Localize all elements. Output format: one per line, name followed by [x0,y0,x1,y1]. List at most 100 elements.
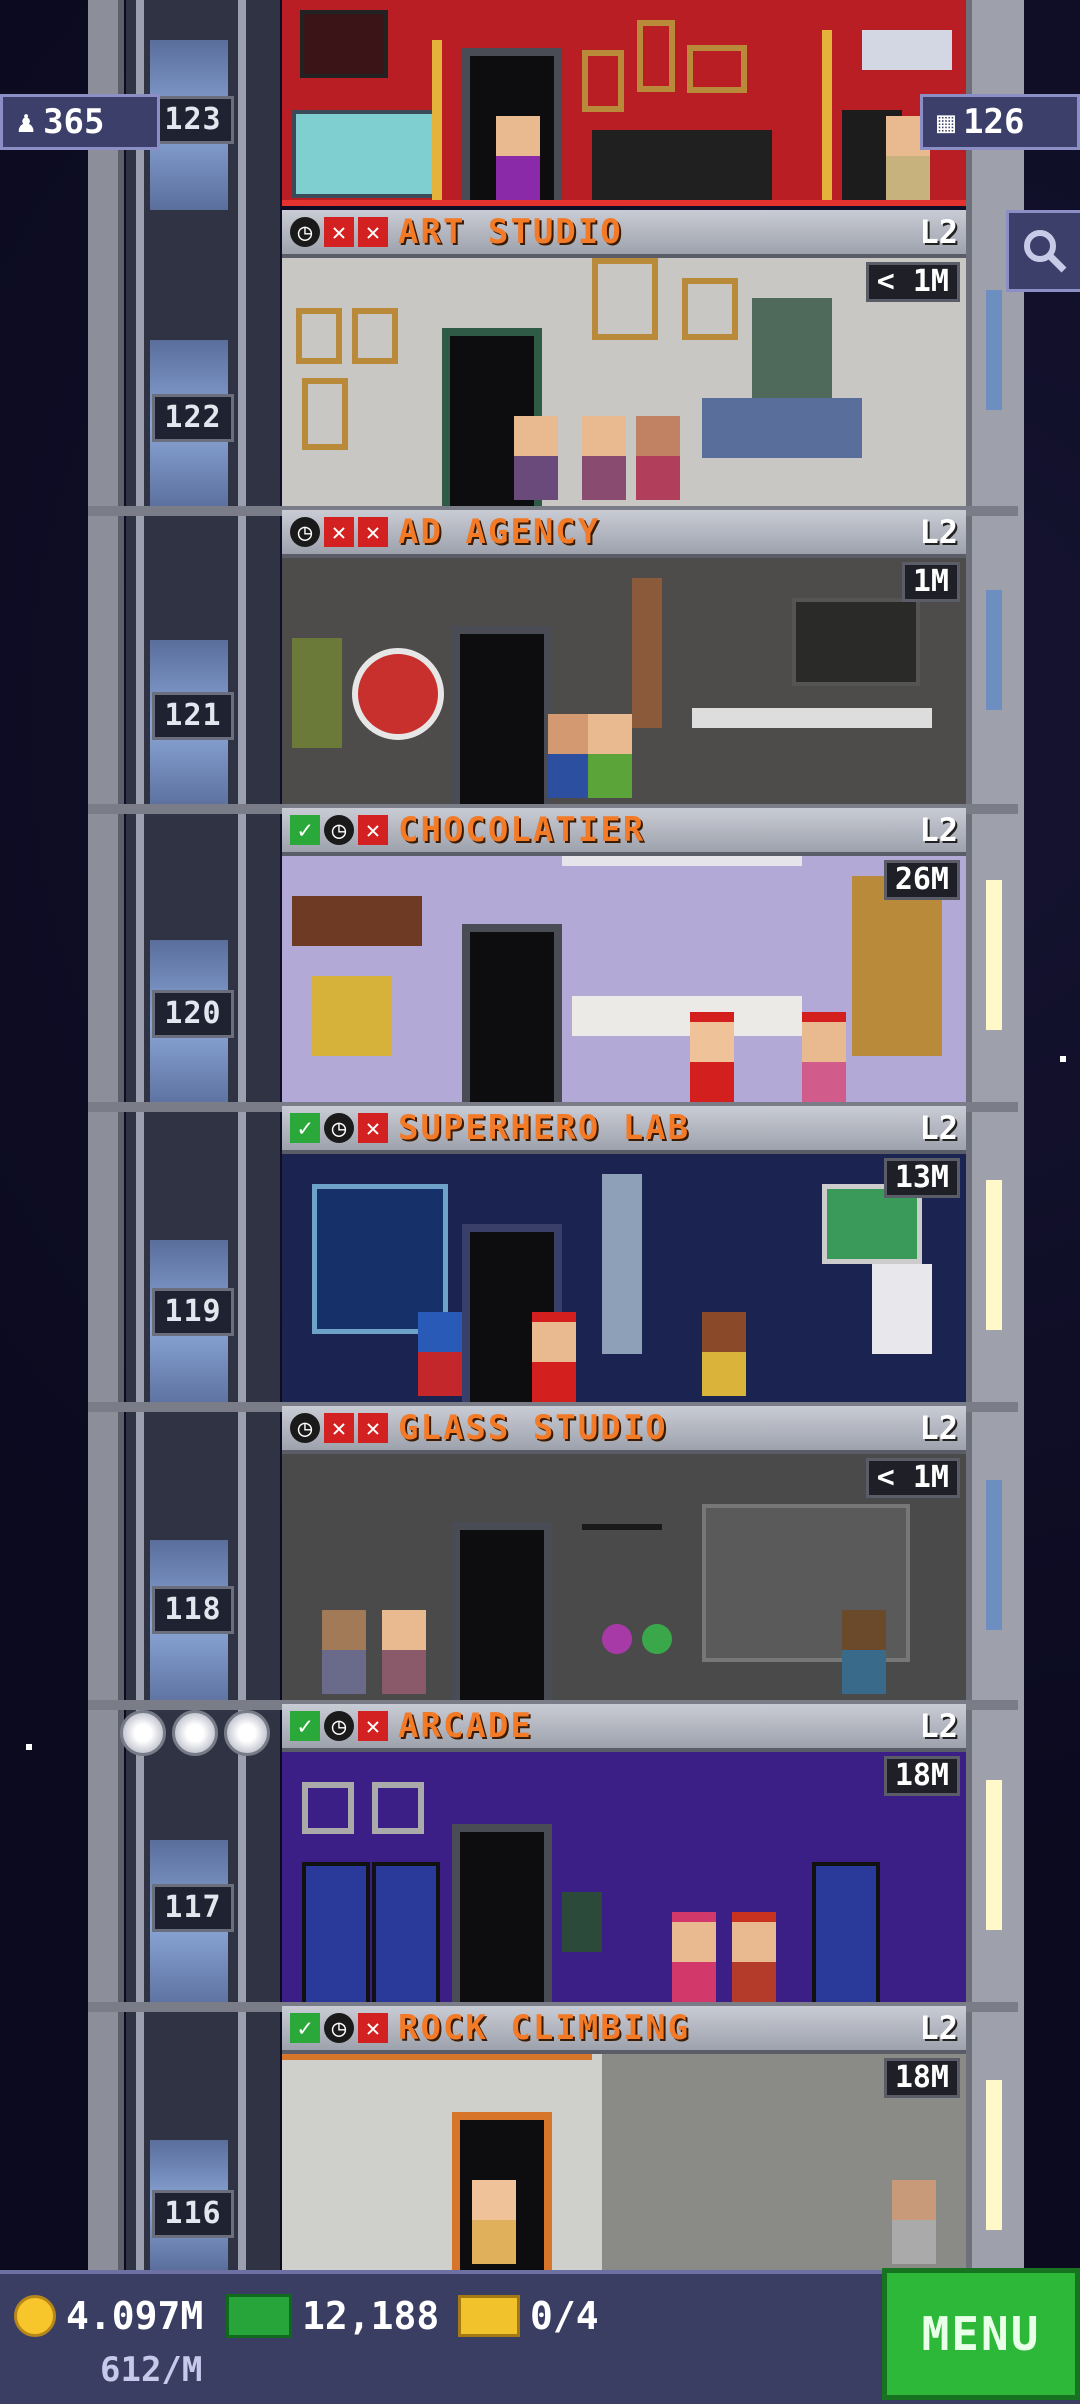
glass-vase [642,1624,672,1654]
menu-button[interactable]: MENU [882,2268,1080,2400]
floor-header[interactable]: ◷ ✕ ✕ ART STUDIO L2 [282,210,966,258]
bux-display[interactable]: 12,188 [226,2294,439,2338]
floor-name: AD AGENCY [398,512,601,552]
floor-level: L2 [919,811,958,849]
floors-counter[interactable]: ▦ 126 [920,94,1080,150]
floor-rock-climbing[interactable]: ✓ ◷ ✕ ROCK CLIMBING L2 18M [282,2006,966,2270]
worker[interactable] [322,1610,366,1694]
climbing-worker[interactable] [472,2180,516,2264]
tower-window [986,1780,1002,1930]
column [632,578,662,728]
lamp-post [432,40,442,200]
elevator-stars: ★ ★ ★ [120,1710,270,1756]
worker[interactable] [514,416,558,500]
worker[interactable] [548,714,592,798]
residents-count: 365 [43,102,105,142]
terminal [872,1264,932,1354]
climbing-worker[interactable] [892,2180,936,2264]
star [26,1744,32,1750]
painting [296,308,342,364]
clock-icon: ◷ [324,1711,354,1741]
x-icon: ✕ [358,1113,388,1143]
doorway [462,924,562,1102]
residents-counter[interactable]: ♟ 365 [0,94,160,150]
floor-header[interactable]: ✓ ◷ ✕ ARCADE L2 [282,1704,966,1752]
bux-amount: 12,188 [302,2294,440,2338]
floor-level: L2 [919,1707,958,1745]
floor-header[interactable]: ✓ ◷ ✕ SUPERHERO LAB L2 [282,1106,966,1154]
income-rate: 612/M [100,2350,203,2390]
floor-value: 1M [901,562,960,602]
floor-glass-studio[interactable]: ◷ ✕ ✕ GLASS STUDIO L2 < 1M [282,1406,966,1700]
painting [352,308,398,364]
art-supplies-table [702,398,862,458]
tower-left-wall [88,0,124,2270]
chocolate-shelf [292,896,422,946]
floor-header[interactable]: ✓ ◷ ✕ CHOCOLATIER L2 [282,808,966,856]
star-icon: ★ [172,1710,218,1756]
floor-value: 18M [883,1756,960,1796]
magnifier-icon [1023,230,1066,273]
room-interior [282,1752,966,2002]
floor-name: ROCK CLIMBING [398,2008,691,2048]
floor-ad-agency[interactable]: ◷ ✕ ✕ AD AGENCY L2 1M [282,510,966,804]
floor-superhero-lab[interactable]: ✓ ◷ ✕ SUPERHERO LAB L2 13M [282,1106,966,1402]
arcade-worker[interactable] [672,1912,716,2002]
floor-chocolatier[interactable]: ✓ ◷ ✕ CHOCOLATIER L2 26M [282,808,966,1102]
clock-icon: ◷ [324,815,354,845]
resident[interactable] [496,116,540,200]
floor-status: ◷ ✕ ✕ [290,1413,388,1443]
room-interior [282,2054,966,2270]
coins-display[interactable]: 4.097M [14,2294,203,2338]
worker[interactable] [636,416,680,500]
worker[interactable] [842,1610,886,1694]
tower-window [986,290,1002,410]
floor-value: < 1M [865,262,960,302]
floor-value: 18M [883,2058,960,2098]
residential-floor[interactable] [282,0,966,206]
pipe [562,856,802,866]
floor-arcade[interactable]: ✓ ◷ ✕ ARCADE L2 18M [282,1704,966,2002]
floor-value: 26M [883,860,960,900]
room-interior [282,558,966,804]
picture-frame [687,45,747,93]
floor-value: < 1M [865,1458,960,1498]
hero-worker[interactable] [418,1312,462,1396]
doorway [452,626,552,804]
chocolatier-worker[interactable] [690,1012,734,1102]
shaft-floor-number: 118 [152,1586,234,1634]
arcade-cabinet [372,1862,440,2002]
shaft-floor-number: 122 [152,394,234,442]
worker[interactable] [588,714,632,798]
worker[interactable] [382,1610,426,1694]
building-icon: ▦ [937,104,956,140]
wall-poster [302,1782,354,1834]
shaft-floor-number: 116 [152,2190,234,2238]
dna-tube [602,1174,642,1354]
floor-header[interactable]: ✓ ◷ ✕ ROCK CLIMBING L2 [282,2006,966,2054]
floor-name: CHOCOLATIER [398,810,646,850]
floor-level: L2 [919,2009,958,2047]
tower-window [986,1480,1002,1630]
floor-status: ✓ ◷ ✕ [290,815,388,845]
floor-value: 13M [883,1158,960,1198]
arcade-worker[interactable] [732,1912,776,2002]
floor-header[interactable]: ◷ ✕ ✕ GLASS STUDIO L2 [282,1406,966,1454]
worker[interactable] [582,416,626,500]
shaft-floor-number: 119 [152,1288,234,1336]
hero-worker[interactable] [702,1312,746,1396]
floor-header[interactable]: ◷ ✕ ✕ AD AGENCY L2 [282,510,966,558]
check-icon: ✓ [290,1113,320,1143]
search-button[interactable] [1006,210,1080,292]
tickets-display[interactable]: 0/4 [458,2294,599,2338]
desk [692,708,932,728]
chocolatier-worker[interactable] [802,1012,846,1102]
x-icon: ✕ [358,517,388,547]
floor-status: ✓ ◷ ✕ [290,1711,388,1741]
chocolate-machine [852,876,942,1056]
cabinet [562,1892,602,1952]
room-interior [282,1154,966,1402]
hero-worker[interactable] [532,1312,576,1402]
tool-rack [582,1524,662,1570]
floor-art-studio[interactable]: ◷ ✕ ✕ ART STUDIO L2 < 1M [282,210,966,506]
